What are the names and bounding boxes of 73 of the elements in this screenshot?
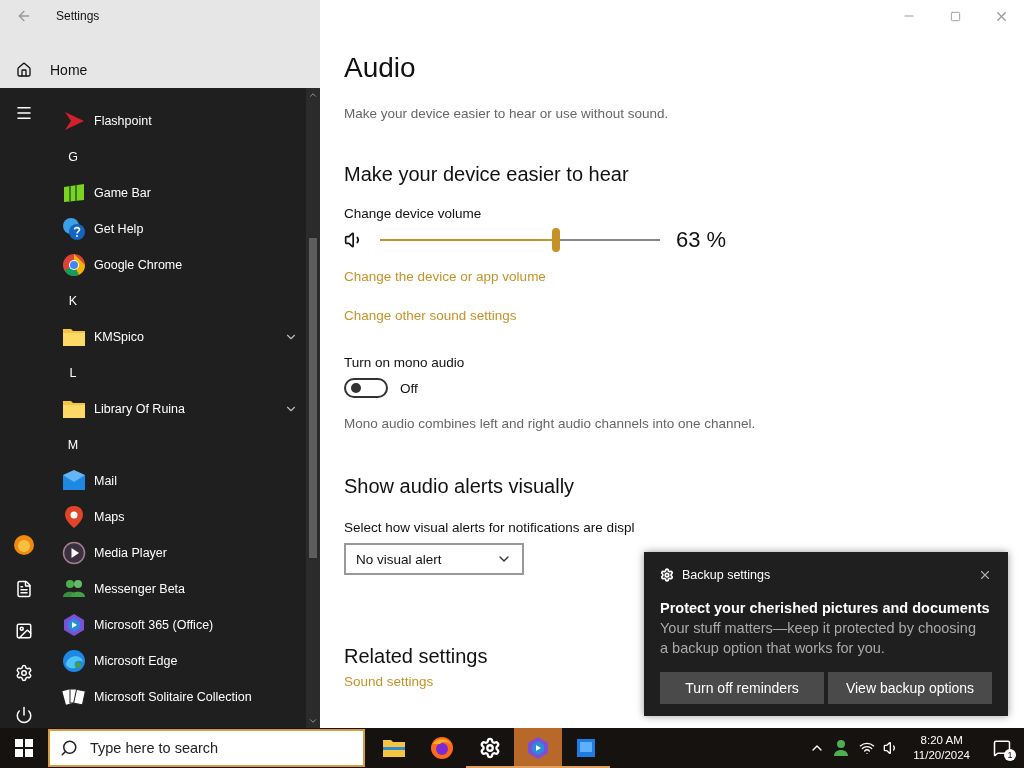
avatar-icon[interactable]	[13, 534, 35, 556]
firefox-icon	[430, 736, 454, 760]
alert-dropdown[interactable]: No visual alert	[344, 543, 524, 575]
section-letter[interactable]: L	[62, 366, 84, 380]
scrollbar[interactable]	[306, 88, 320, 728]
app-item[interactable]: Get Help	[48, 211, 306, 247]
folder-item[interactable]: KMSpico	[48, 319, 306, 355]
notification-icon[interactable]	[993, 739, 1011, 757]
toast-app-name: Backup settings	[682, 568, 772, 582]
play-icon	[62, 541, 86, 565]
document-icon[interactable]	[15, 580, 33, 598]
map-pin-icon	[62, 505, 86, 529]
toast-body: Your stuff matters—keep it protected by choosing a backup option that works for you.	[660, 619, 977, 658]
pictures-icon[interactable]	[15, 622, 33, 640]
settings-icon	[479, 737, 501, 759]
arrow-icon	[62, 109, 86, 133]
app-item[interactable]: Flashpoint	[48, 103, 306, 139]
close-icon[interactable]	[978, 568, 992, 582]
clock[interactable]: 8:20 AM 11/20/2024	[907, 733, 976, 763]
toast-button[interactable]: Turn off reminders	[660, 672, 824, 704]
app-item[interactable]: Media Player	[48, 535, 306, 571]
settings-icon[interactable]	[15, 664, 33, 682]
page-description: Make your device easier to hear or use without sound.	[344, 106, 670, 121]
edge-icon	[62, 649, 86, 673]
windows-icon[interactable]	[15, 739, 33, 757]
app-item[interactable]: Google Chrome	[48, 247, 306, 283]
section-heading: Related settings	[344, 645, 488, 668]
network-icon[interactable]	[859, 740, 876, 756]
volume-label: Change device volume	[344, 206, 483, 221]
search-field[interactable]: Type here to search	[48, 729, 365, 767]
app-item[interactable]: Microsoft Solitaire Collection	[48, 679, 306, 715]
mail-icon	[62, 469, 86, 493]
search-icon	[60, 739, 78, 757]
help-icon	[62, 217, 86, 241]
toast-button[interactable]: View backup options	[828, 672, 992, 704]
scroll-down-icon[interactable]	[308, 716, 318, 726]
power-icon[interactable]	[15, 706, 33, 724]
office-icon	[62, 613, 86, 637]
home-icon	[16, 62, 32, 78]
section-letter[interactable]: K	[62, 294, 84, 308]
game-bar-icon	[62, 181, 86, 205]
app-item[interactable]: Mail	[48, 463, 306, 499]
section-heading: Show audio alerts visually	[344, 475, 575, 498]
page-title: Audio	[344, 52, 417, 84]
slider-thumb[interactable]	[552, 228, 561, 252]
chrome-icon	[62, 253, 86, 277]
toggle-state: Off	[400, 380, 418, 396]
app-item[interactable]: Game Bar	[48, 175, 306, 211]
section-heading: Make your device easier to hear	[344, 163, 629, 186]
app-item[interactable]: Microsoft Edge	[48, 643, 306, 679]
mono-description: Mono audio combines left and right audio channels into one channel.	[344, 416, 757, 431]
mono-label: Turn on mono audio	[344, 355, 466, 370]
scroll-up-icon[interactable]	[308, 90, 318, 100]
app-item[interactable]: Messenger Beta	[48, 571, 306, 607]
window-title: Settings	[56, 9, 100, 23]
notification-count: 1	[1004, 749, 1016, 761]
folder-icon	[62, 327, 86, 347]
folder-item[interactable]: Library Of Ruina	[48, 391, 306, 427]
alerts-label: Select how visual alerts for notifications are displ	[344, 520, 636, 535]
toast-heading: Protect your cherished pictures and documents	[660, 600, 991, 616]
gear-icon	[660, 568, 674, 582]
mono-toggle[interactable]	[344, 378, 388, 398]
section-letter[interactable]: G	[62, 150, 84, 164]
section-letter[interactable]: M	[62, 438, 84, 452]
window-icon	[574, 736, 598, 760]
app-item[interactable]: Maps	[48, 499, 306, 535]
folder-icon	[62, 399, 86, 419]
menu-icon[interactable]	[15, 104, 33, 122]
app-item[interactable]: Microsoft 365 (Office)	[48, 607, 306, 643]
app-icon	[526, 736, 550, 760]
folder-icon	[382, 737, 406, 759]
volume-reading: 63 %	[676, 227, 727, 253]
home-link[interactable]: Home	[50, 62, 88, 78]
